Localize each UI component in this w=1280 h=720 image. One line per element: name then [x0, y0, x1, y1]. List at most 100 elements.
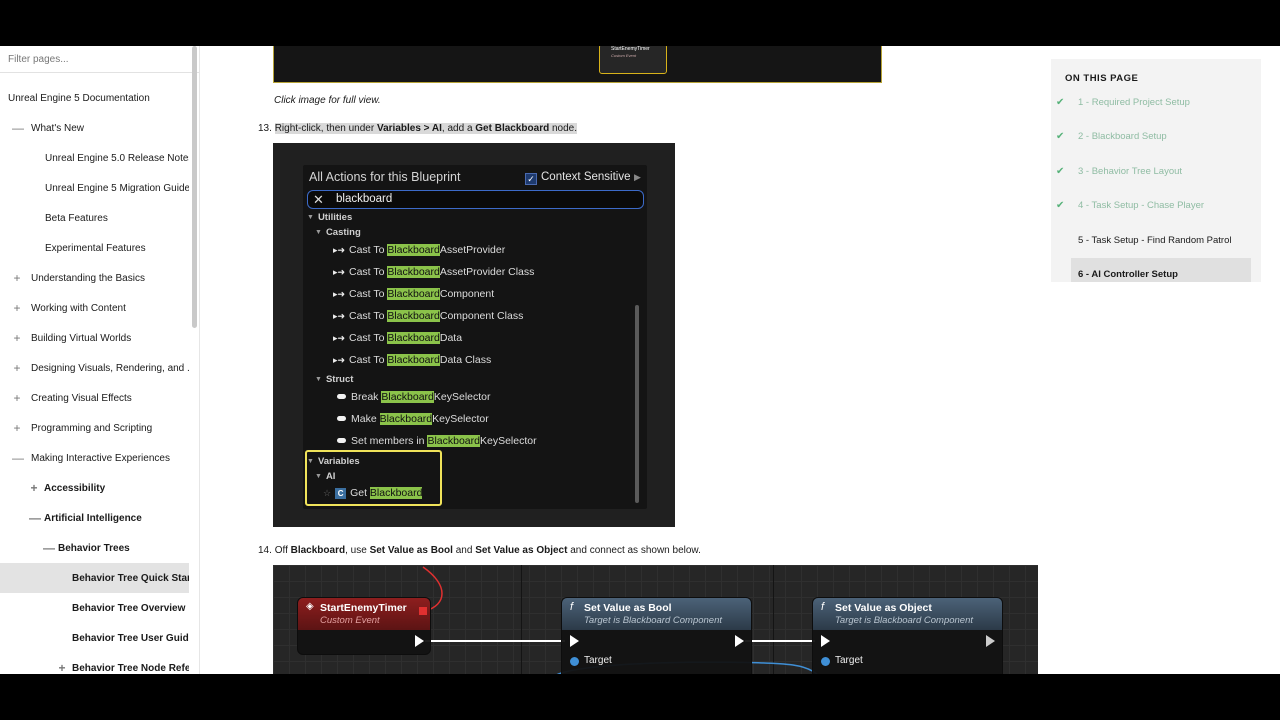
nav-item-working-with-content[interactable]: + Working with Content — [0, 293, 189, 323]
nav-item-accessibility[interactable]: + Accessibility — [0, 473, 189, 503]
search-highlight: Blackboard — [427, 435, 480, 447]
target-pin[interactable] — [821, 657, 830, 666]
step-number: 13. — [258, 123, 272, 134]
nav-item-whats-new[interactable]: — What's New — [0, 113, 189, 143]
nav-item-behavior-trees[interactable]: — Behavior Trees — [0, 533, 189, 563]
action-item[interactable]: ▸➜ Cast To BlackboardData Class — [333, 354, 491, 366]
toc-heading: ON THIS PAGE — [1065, 73, 1139, 84]
expand-icon[interactable]: + — [12, 332, 22, 344]
expand-triangle-icon: ▼ — [315, 376, 322, 383]
expand-icon[interactable]: + — [12, 422, 22, 434]
action-search-input[interactable]: ✕ blackboard — [307, 190, 644, 209]
screenshot-previous-step[interactable]: StartEnemyTimer Custom Event — [273, 46, 882, 83]
collapse-icon[interactable]: — — [12, 122, 24, 134]
nav-item-bt-overview[interactable]: Behavior Tree Overview — [0, 593, 189, 623]
nav-item-visual-effects[interactable]: + Creating Visual Effects — [0, 383, 189, 413]
sidebar-scrollbar[interactable] — [192, 46, 197, 328]
checkbox-icon[interactable]: ✓ — [525, 173, 537, 185]
toc-item-1[interactable]: ✔ 1 - Required Project Setup — [1056, 90, 1251, 114]
set-value-as-bool-node[interactable]: f Set Value as Bool Target is Blackboard… — [561, 597, 752, 674]
nav-item-ue5-docs[interactable]: Unreal Engine 5 Documentation — [0, 83, 189, 113]
mini-event-node: StartEnemyTimer Custom Event — [599, 46, 667, 74]
collapse-icon[interactable]: — — [43, 542, 55, 554]
category-struct[interactable]: ▼ Struct — [315, 374, 353, 385]
cast-arrow-icon: ▸➜ — [333, 333, 346, 343]
nav-item-label: Unreal Engine 5.0 Release Notes — [45, 152, 189, 164]
step-13: 13. Right-click, then under Variables > … — [258, 123, 578, 134]
action-text: Cast To — [349, 244, 388, 256]
exec-out-pin[interactable] — [735, 635, 744, 647]
exec-out-pin-unconnected[interactable] — [986, 635, 995, 647]
screenshot-blueprint-graph[interactable]: ◈ StartEnemyTimer Custom Event f Set Val… — [273, 565, 1038, 674]
expand-icon[interactable]: + — [12, 362, 22, 374]
action-item[interactable]: Make BlackboardKeySelector — [337, 413, 489, 425]
node-subtitle: Custom Event — [320, 615, 380, 626]
target-pin[interactable] — [570, 657, 579, 666]
nav-item-designing-visuals[interactable]: + Designing Visuals, Rendering, and ... — [0, 353, 189, 383]
mini-node-subtitle: Custom Event — [611, 53, 637, 58]
nav-item-label: Understanding the Basics — [31, 272, 145, 284]
collapse-icon[interactable]: — — [29, 512, 41, 524]
chevron-right-icon: ▶ — [634, 172, 641, 182]
category-casting[interactable]: ▼ Casting — [315, 227, 361, 238]
nav-item-release-notes[interactable]: Unreal Engine 5.0 Release Notes — [0, 143, 189, 173]
action-item[interactable]: Set members in BlackboardKeySelector — [337, 435, 537, 447]
nav-item-understanding-basics[interactable]: + Understanding the Basics — [0, 263, 189, 293]
article-content: StartEnemyTimer Custom Event Click image… — [200, 46, 1050, 674]
nav-item-label: Making Interactive Experiences — [31, 452, 170, 464]
nav-item-experimental-features[interactable]: Experimental Features — [0, 233, 189, 263]
cast-arrow-icon: ▸➜ — [333, 311, 346, 321]
nav-item-bt-user-guide[interactable]: Behavior Tree User Guide — [0, 623, 189, 653]
exec-in-pin[interactable] — [570, 635, 579, 647]
nav-item-bt-node-reference[interactable]: + Behavior Tree Node Refer... — [0, 653, 189, 674]
toc-item-6[interactable]: 6 - AI Controller Setup — [1071, 258, 1251, 282]
expand-icon[interactable]: + — [12, 302, 22, 314]
event-node[interactable]: ◈ StartEnemyTimer Custom Event — [297, 597, 431, 655]
nav-item-artificial-intelligence[interactable]: — Artificial Intelligence — [0, 503, 189, 533]
nav-item-programming-scripting[interactable]: + Programming and Scripting — [0, 413, 189, 443]
context-sensitive-label: Context Sensitive — [541, 171, 631, 183]
delegate-pin[interactable] — [419, 607, 427, 615]
toc-item-3[interactable]: ✔ 3 - Behavior Tree Layout — [1056, 159, 1251, 183]
action-text: Component — [439, 288, 495, 300]
expand-icon[interactable]: + — [12, 272, 22, 284]
toc-item-4[interactable]: ✔ 4 - Task Setup - Chase Player — [1056, 193, 1251, 217]
nav-item-beta-features[interactable]: Beta Features — [0, 203, 189, 233]
toc-item-5[interactable]: 5 - Task Setup - Find Random Patrol — [1071, 228, 1251, 252]
action-text: Cast To — [349, 288, 388, 300]
pin-label: Target — [584, 655, 612, 666]
category-utilities[interactable]: ▼ Utilities — [307, 212, 352, 223]
struct-pill-icon — [337, 416, 346, 421]
action-item[interactable]: ▸➜ Cast To BlackboardAssetProvider — [333, 244, 505, 256]
menu-scrollbar[interactable] — [635, 305, 639, 503]
action-item[interactable]: ▸➜ Cast To BlackboardComponent — [333, 288, 494, 300]
nav-item-bt-quick-start[interactable]: Behavior Tree Quick Start... — [0, 563, 189, 593]
action-text: AssetProvider — [439, 244, 506, 256]
screenshot-action-menu[interactable]: All Actions for this Blueprint ✓ Context… — [273, 143, 675, 527]
action-item[interactable]: ▸➜ Cast To BlackboardData — [333, 332, 462, 344]
action-item[interactable]: ▸➜ Cast To BlackboardComponent Class — [333, 310, 523, 322]
nav-item-label: Beta Features — [45, 212, 108, 224]
nav-item-building-virtual-worlds[interactable]: + Building Virtual Worlds — [0, 323, 189, 353]
exec-out-pin[interactable] — [415, 635, 424, 647]
action-item[interactable]: ▸➜ Cast To BlackboardAssetProvider Class — [333, 266, 534, 278]
filter-pages-input[interactable] — [0, 46, 199, 73]
expand-icon[interactable]: + — [57, 662, 67, 674]
nav-item-interactive-experiences[interactable]: — Making Interactive Experiences — [0, 443, 189, 473]
action-text: Cast To — [349, 266, 388, 278]
collapse-icon[interactable]: — — [12, 452, 24, 464]
expand-icon[interactable]: + — [12, 392, 22, 404]
mini-node-title: StartEnemyTimer — [611, 46, 650, 52]
action-text: AssetProvider Class — [439, 266, 535, 278]
bold-run: Get Blackboard — [475, 123, 550, 134]
exec-in-pin[interactable] — [821, 635, 830, 647]
nav-item-label: Building Virtual Worlds — [31, 332, 132, 344]
expand-icon[interactable]: + — [29, 482, 39, 494]
toc-item-2[interactable]: ✔ 2 - Blackboard Setup — [1056, 124, 1251, 148]
clear-icon[interactable]: ✕ — [313, 191, 324, 208]
nav-item-migration-guide[interactable]: Unreal Engine 5 Migration Guide — [0, 173, 189, 203]
action-text: KeySelector — [433, 391, 491, 403]
checkmark-icon: ✔ — [1056, 130, 1065, 142]
action-item[interactable]: Break BlackboardKeySelector — [337, 391, 491, 403]
set-value-as-object-node[interactable]: f Set Value as Object Target is Blackboa… — [812, 597, 1003, 674]
